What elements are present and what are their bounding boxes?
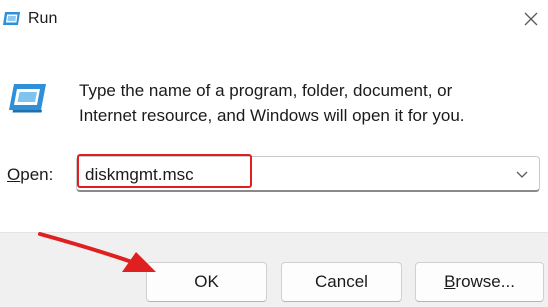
open-label-text: pen:: [20, 165, 54, 184]
title-bar: Run: [0, 0, 548, 40]
dropdown-button[interactable]: [509, 161, 535, 187]
close-icon: [524, 12, 538, 26]
browse-button[interactable]: Browse...: [415, 262, 544, 302]
close-button[interactable]: [514, 2, 548, 36]
open-label-accelerator: O: [7, 165, 21, 184]
ok-button-label: OK: [194, 272, 219, 291]
browse-accelerator: B: [444, 272, 456, 291]
browse-label-text: rowse...: [455, 272, 515, 291]
description-line-1: Type the name of a program, folder, docu…: [79, 81, 453, 100]
run-icon: [3, 12, 20, 25]
run-dialog: Run Type the name of a program, folder, …: [0, 0, 548, 307]
open-combobox[interactable]: [76, 156, 540, 192]
cancel-button[interactable]: Cancel: [281, 262, 402, 302]
chevron-down-icon: [516, 171, 528, 178]
run-program-icon: [9, 84, 46, 113]
browse-button-label: Browse...: [444, 272, 515, 292]
ok-button[interactable]: OK: [146, 262, 267, 302]
window-title: Run: [28, 10, 58, 27]
dialog-description: Type the name of a program, folder, docu…: [79, 78, 519, 128]
open-label: Open:: [7, 165, 53, 185]
open-input[interactable]: [85, 163, 495, 187]
description-line-2: Internet resource, and Windows will open…: [79, 106, 465, 125]
cancel-button-label: Cancel: [315, 272, 368, 291]
